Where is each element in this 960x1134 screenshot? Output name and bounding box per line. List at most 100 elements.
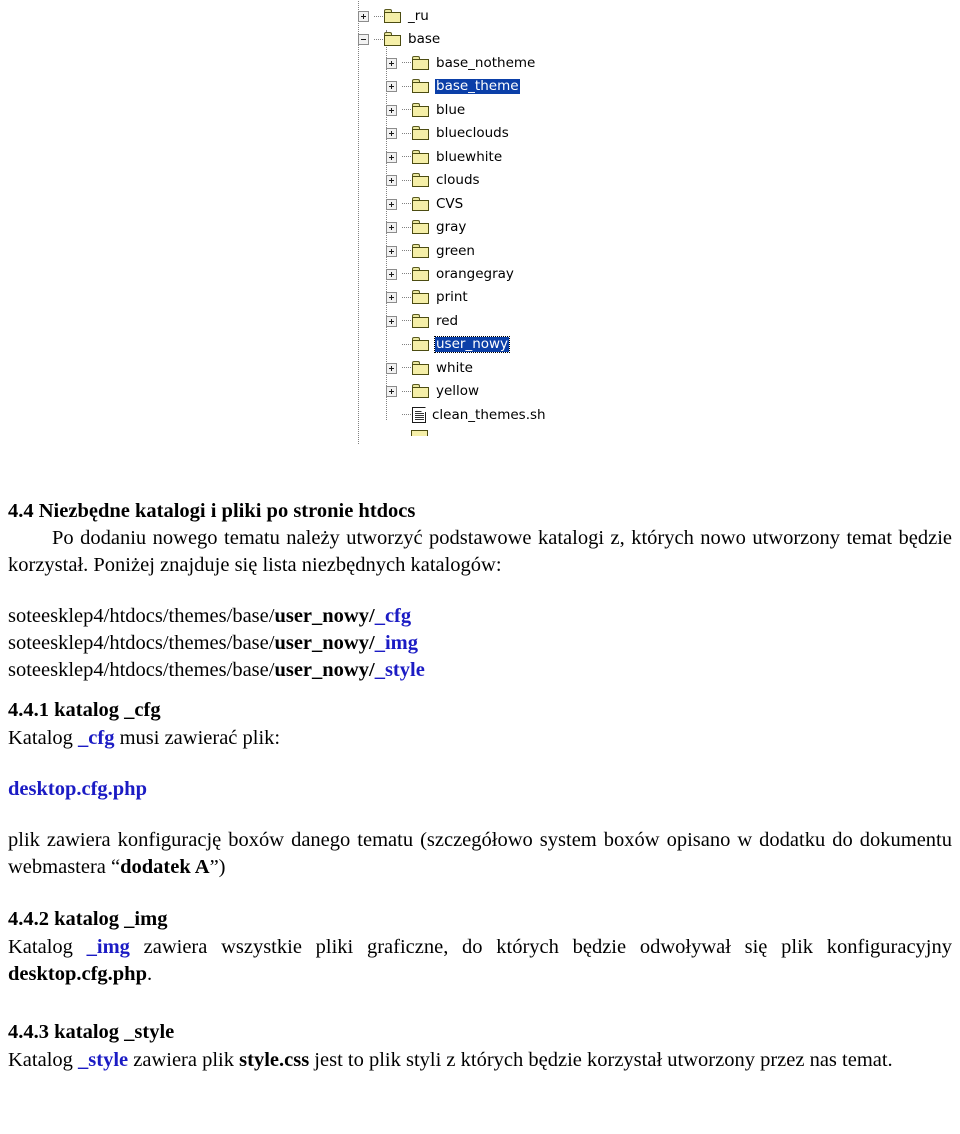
tree-item-label[interactable]: clouds [435, 173, 481, 188]
dir-name-style: _style [78, 1049, 129, 1071]
tree-connector [402, 85, 411, 88]
tree-item-label[interactable]: bluewhite [435, 149, 503, 165]
expand-plus-icon[interactable] [386, 104, 397, 116]
tree-item-clean-themes-sh[interactable]: clean_themes.sh [358, 404, 547, 427]
folder-icon [412, 384, 430, 399]
expand-plus-icon[interactable] [386, 362, 397, 374]
tree-connector [402, 226, 411, 229]
tree-item-label[interactable]: user_nowy [433, 336, 511, 354]
folder-icon [384, 9, 402, 24]
text-mid: zawiera plik [128, 1049, 240, 1071]
expand-plus-icon[interactable] [386, 151, 397, 163]
path-theme-name: user_nowy [274, 659, 369, 681]
tree-item-label[interactable]: white [435, 360, 474, 376]
tree-item-label[interactable]: green [435, 243, 476, 259]
tree-item-user-nowy[interactable]: user_nowy [358, 333, 511, 356]
tree-item-print[interactable]: print [358, 286, 469, 309]
tree-item-cvs[interactable]: CVS [358, 193, 464, 216]
expand-plus-icon[interactable] [386, 81, 397, 93]
expander-placeholder [386, 339, 397, 350]
dir-name-img: _img [86, 936, 130, 958]
tree-connector [402, 109, 411, 111]
expander-placeholder [386, 410, 397, 421]
document-body: 4.4 Niezbędne katalogi i pliki po stroni… [8, 498, 952, 1074]
reference-dodatek-a: dodatek A [120, 856, 210, 878]
path-item: soteesklep4/htdocs/themes/base/user_nowy… [8, 630, 952, 657]
tree-item-label[interactable]: _ru [407, 9, 430, 24]
path-list: soteesklep4/htdocs/themes/base/user_nowy… [8, 603, 952, 684]
tree-item-yellow[interactable]: yellow [358, 380, 480, 403]
tree-item-white[interactable]: white [358, 357, 474, 380]
tree-item-label[interactable]: yellow [435, 384, 480, 399]
expand-plus-icon[interactable] [386, 245, 397, 257]
path-prefix: soteesklep4/htdocs/themes/base/ [8, 605, 275, 627]
folder-icon [412, 243, 430, 259]
expand-plus-icon[interactable] [386, 57, 397, 69]
folder-icon [412, 290, 430, 305]
path-subdir: _img [374, 632, 418, 654]
folder-icon [412, 220, 430, 235]
folder-icon [412, 337, 430, 352]
tree-item-label[interactable]: gray [435, 220, 467, 235]
path-subdir: _cfg [374, 605, 412, 627]
tree-item-label[interactable]: CVS [435, 196, 464, 212]
folder-tree[interactable]: _rubase base_notheme base_themeblue blueclo… [358, 0, 658, 450]
expand-plus-icon[interactable] [386, 175, 397, 187]
tree-connector [402, 156, 411, 158]
tree-connector [402, 203, 411, 205]
tree-item-base[interactable]: base [358, 28, 441, 51]
tree-item-label[interactable]: clean_themes.sh [431, 407, 547, 423]
tree-item-label[interactable]: base_notheme [435, 55, 536, 71]
tree-item-blue[interactable]: blue [358, 99, 466, 122]
expand-plus-icon[interactable] [386, 128, 397, 140]
expand-plus-icon[interactable] [358, 11, 369, 22]
text-pre: Katalog [8, 936, 87, 958]
expand-plus-icon[interactable] [386, 386, 397, 398]
tree-item-blueclouds[interactable]: blueclouds [358, 122, 510, 145]
expand-plus-icon[interactable] [386, 292, 397, 304]
file-name: desktop.cfg.php [8, 778, 147, 800]
paragraph-4-4-1-intro: Katalog _cfg musi zawierać plik: [8, 725, 952, 752]
tree-item-bluewhite[interactable]: bluewhite [358, 146, 503, 169]
figure-directory-structure: _rubase base_notheme base_themeblue blueclo… [0, 0, 960, 450]
tree-item-label[interactable]: print [435, 290, 469, 305]
tree-item-label[interactable]: red [435, 313, 459, 329]
heading-4-4: 4.4 Niezbędne katalogi i pliki po stroni… [8, 500, 416, 522]
expand-plus-icon[interactable] [386, 268, 397, 280]
tree-item-gray[interactable]: gray [358, 216, 467, 239]
tree-item-label[interactable]: base_theme [435, 79, 520, 95]
tree-item-label[interactable]: base [407, 32, 441, 47]
folder-icon [412, 102, 430, 118]
tree-item-green[interactable]: green [358, 240, 476, 263]
tree-item-clouds[interactable]: clouds [358, 169, 481, 192]
folder-icon [412, 55, 430, 71]
heading-4-4-1: 4.4.1 katalog _cfg [8, 699, 161, 721]
tree-item-red[interactable]: red [358, 310, 459, 333]
expand-plus-icon[interactable] [386, 198, 397, 210]
expand-plus-icon[interactable] [386, 315, 397, 327]
tree-item-label[interactable]: blue [435, 102, 466, 118]
tree-item-orangegray[interactable]: orangegray [358, 263, 515, 286]
tree-item-label[interactable]: blueclouds [435, 126, 510, 141]
path-prefix: soteesklep4/htdocs/themes/base/ [8, 632, 275, 654]
tree-item--ru[interactable]: _ru [358, 5, 430, 28]
paragraph-4-4-2: Katalog _img zawiera wszystkie pliki gra… [8, 934, 952, 988]
dir-name-cfg: _cfg [78, 727, 115, 749]
tree-item-base-theme[interactable]: base_theme [358, 75, 520, 98]
path-item: soteesklep4/htdocs/themes/base/user_nowy… [8, 603, 952, 630]
folder-icon [412, 79, 430, 94]
folder-icon [412, 313, 430, 329]
tree-item-label[interactable]: orangegray [435, 266, 515, 282]
folder-icon [412, 196, 430, 212]
tree-connector [402, 320, 411, 322]
text-mid: zawiera wszystkie pliki graficzne, do kt… [129, 936, 952, 958]
tree-connector [402, 62, 411, 64]
tree-item-base-notheme[interactable]: base_notheme [358, 52, 536, 75]
collapse-minus-icon[interactable] [358, 34, 369, 46]
tree-connector [402, 296, 411, 299]
tree-connector [402, 132, 411, 135]
expand-plus-icon[interactable] [386, 222, 397, 234]
